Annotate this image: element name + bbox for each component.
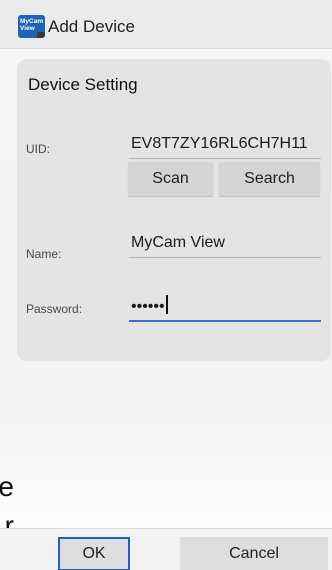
app-icon-text-line-2: View xyxy=(20,25,35,32)
text-cursor xyxy=(165,295,168,314)
name-field[interactable]: MyCam View xyxy=(129,228,321,258)
title-bar: MyCam View Add Device xyxy=(0,0,332,49)
password-label: Password: xyxy=(26,302,83,316)
search-button[interactable]: Search xyxy=(219,162,320,196)
dialog-button-bar: OK Cancel xyxy=(0,528,332,570)
scan-button[interactable]: Scan xyxy=(128,162,213,196)
ok-button[interactable]: OK xyxy=(58,537,130,570)
password-field[interactable]: •••••• xyxy=(129,292,321,322)
password-masked-value: •••••• xyxy=(131,298,165,315)
mycam-view-app-icon: MyCam View xyxy=(18,15,45,38)
name-label: Name: xyxy=(26,247,62,261)
add-device-dialog: MyCam View Add Device Device Setting UID… xyxy=(0,0,332,570)
background-text-fragment-1: e xyxy=(0,473,14,501)
app-icon-text-line-1: MyCam xyxy=(20,18,44,25)
uid-field[interactable]: EV8T7ZY16RL6CH7H11 xyxy=(129,129,321,159)
cancel-button[interactable]: Cancel xyxy=(180,537,328,570)
uid-label: UID: xyxy=(26,142,50,156)
camera-icon xyxy=(37,32,45,38)
section-heading: Device Setting xyxy=(28,75,138,94)
device-setting-panel: Device Setting UID: EV8T7ZY16RL6CH7H11 S… xyxy=(17,59,331,361)
dialog-title: Add Device xyxy=(48,17,135,36)
